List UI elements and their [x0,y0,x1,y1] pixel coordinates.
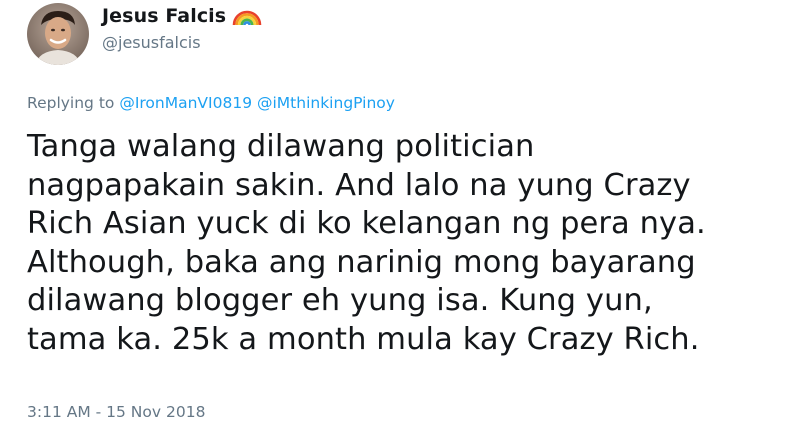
mention-link[interactable]: @IronManVI0819 [119,94,252,112]
avatar[interactable] [27,3,89,65]
tweet-text-line: Tanga walang dilawang politician [27,129,535,164]
fullname-row: Jesus Falcis [102,5,262,27]
rainbow-icon [232,6,262,26]
tweet-card: Jesus Falcis @jesusfalcis Replying to @I… [0,0,809,434]
profile-photo-icon [27,3,89,65]
replying-to-label: Replying to [27,94,115,112]
mention-link[interactable]: @iMthinkingPinoy [257,94,395,112]
author-display-name[interactable]: Jesus Falcis [102,5,226,27]
tweet-text-line: dilawang blogger eh yung isa. Kung yun, [27,283,653,318]
tweet-text-line: nagpapakain sakin. And lalo na yung Craz… [27,167,691,203]
tweet-text-line: Although, baka ang narinig mong bayarang [27,244,696,280]
replying-to: Replying to @IronManVI0819 @iMthinkingPi… [27,94,395,112]
tweet-text-line: Rich Asian yuck di ko kelangan ng pera n… [27,206,706,241]
author-names: Jesus Falcis @jesusfalcis [102,5,262,52]
tweet-header: Jesus Falcis @jesusfalcis [27,3,262,65]
tweet-text: Tanga walang dilawang politician nagpapa… [27,128,787,359]
author-handle[interactable]: @jesusfalcis [102,33,262,52]
tweet-text-line: tama ka. 25k a month mula kay Crazy Rich… [27,321,700,357]
tweet-timestamp[interactable]: 3:11 AM - 15 Nov 2018 [27,403,205,421]
